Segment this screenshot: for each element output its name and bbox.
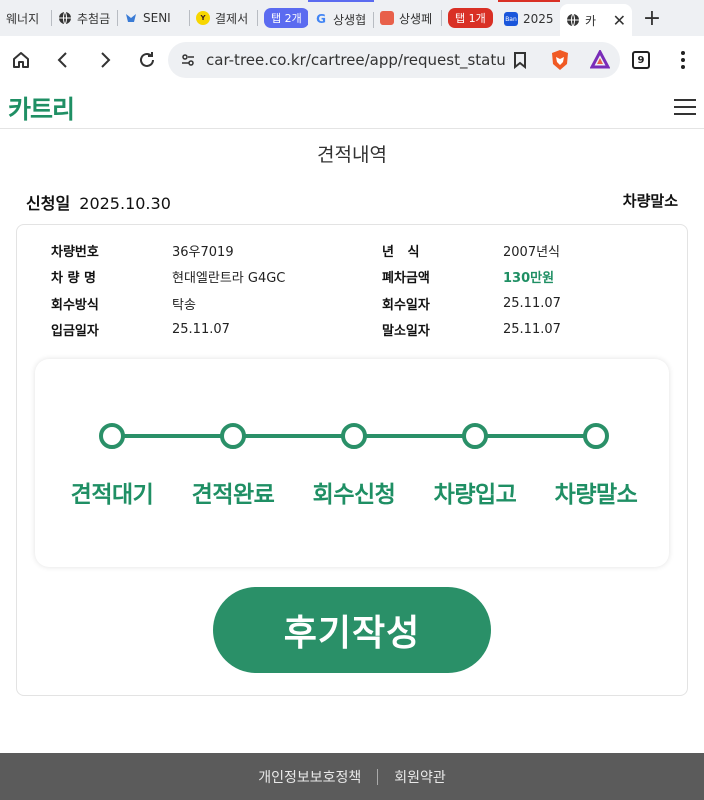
progress-tracker: 견적대기 견적완료 회수신청 차량입고 차량말소	[35, 359, 669, 567]
progress-track	[99, 423, 609, 449]
info-row: 차량번호 36우7019 년 식 2007년식	[51, 237, 671, 264]
site-footer: 개인정보보호정책 회원약관	[0, 753, 704, 800]
step-dot	[341, 423, 367, 449]
info-label: 회수방식	[51, 297, 99, 313]
new-tab-button[interactable]: +	[632, 0, 672, 36]
info-label: 입금일자	[51, 324, 99, 340]
reload-icon[interactable]	[126, 36, 168, 84]
app-icon: Ban	[504, 12, 518, 26]
info-value: 2007년식	[503, 244, 561, 260]
info-value: 36우7019	[172, 244, 234, 260]
info-value: 현대엘란트라 G4GC	[172, 271, 286, 287]
browser-tab[interactable]: G 상생협	[308, 0, 374, 36]
step-label-vehicle-received: 차량입고	[433, 482, 517, 508]
footer-divider	[377, 768, 379, 785]
rewards-triangle-icon[interactable]	[589, 48, 611, 74]
more-menu-icon[interactable]	[662, 36, 704, 84]
browser-tab[interactable]: Y 결제서	[190, 0, 258, 36]
info-label: 차 량 명	[51, 271, 96, 287]
site-logo[interactable]: 카트리	[8, 90, 75, 126]
hamburger-menu-icon[interactable]	[674, 99, 696, 115]
browser-tab[interactable]: 추첨금	[52, 0, 118, 36]
step-label-quote-complete: 견적완료	[191, 482, 275, 508]
page-title: 견적내역	[317, 144, 387, 166]
browser-tab-active[interactable]: 카 ✕	[560, 4, 632, 36]
step-label-quote-waiting: 견적대기	[70, 482, 154, 508]
url-text: car-tree.co.kr/cartree/app/request_statu…	[206, 51, 506, 69]
browser-tab-strip: 웨너지 추첨금 SENI Y 결제서 탭 2개 G 상생협 상생페 탭 1개 B…	[0, 0, 704, 36]
info-row: 회수방식 탁송 회수일자 25.11.07	[51, 290, 671, 317]
step-label-pickup-request: 회수신청	[312, 482, 396, 508]
step-label-deregistration: 차량말소	[554, 482, 638, 508]
info-label: 말소일자	[382, 324, 430, 340]
scrap-price-value: 130만원	[503, 271, 555, 287]
back-icon[interactable]	[42, 36, 84, 84]
step-dot	[220, 423, 246, 449]
request-date-label: 신청일	[26, 194, 71, 213]
info-value: 탁송	[172, 297, 196, 313]
request-date-row: 신청일 2025.10.30 차량말소	[26, 190, 678, 216]
site-header: 카트리	[0, 84, 704, 129]
privacy-policy-link[interactable]: 개인정보보호정책	[258, 767, 361, 787]
info-label: 폐차금액	[382, 271, 430, 287]
request-date-value: 2025.10.30	[79, 194, 171, 213]
info-label: 회수일자	[382, 297, 430, 313]
browser-tab[interactable]: Ban 2025	[498, 0, 560, 36]
globe-icon	[58, 11, 72, 25]
step-dot	[99, 423, 125, 449]
browser-toolbar: car-tree.co.kr/cartree/app/request_statu…	[0, 36, 704, 84]
globe-icon	[566, 13, 580, 27]
browser-tab[interactable]: SENI	[118, 0, 190, 36]
app-icon	[380, 11, 394, 25]
bookmark-icon[interactable]	[512, 51, 528, 73]
forward-icon[interactable]	[84, 36, 126, 84]
site-settings-icon[interactable]	[180, 52, 196, 72]
bird-icon	[124, 11, 138, 25]
kakao-icon: Y	[196, 11, 210, 25]
close-icon[interactable]: ✕	[613, 11, 626, 30]
google-icon: G	[316, 12, 326, 26]
terms-link[interactable]: 회원약관	[394, 767, 446, 787]
browser-tab[interactable]: 웨너지	[0, 0, 52, 36]
tab-group[interactable]: 탭 2개	[258, 0, 308, 36]
home-icon[interactable]	[0, 36, 42, 84]
step-dot	[583, 423, 609, 449]
info-row: 차 량 명 현대엘란트라 G4GC 폐차금액 130만원	[51, 264, 671, 291]
info-label: 년 식	[382, 244, 420, 260]
browser-tab[interactable]: 상생페	[374, 0, 442, 36]
info-label: 차량번호	[51, 244, 99, 260]
quote-card: 차량번호 36우7019 년 식 2007년식 차 량 명 현대엘란트라 G4G…	[16, 224, 688, 696]
step-dot	[462, 423, 488, 449]
info-value: 25.11.07	[503, 295, 561, 311]
tab-group[interactable]: 탭 1개	[442, 0, 498, 36]
info-row: 입금일자 25.11.07 말소일자 25.11.07	[51, 317, 671, 344]
info-value: 25.11.07	[503, 322, 561, 338]
tab-switcher-button[interactable]: 9	[620, 36, 662, 84]
status-text: 차량말소	[622, 192, 678, 210]
address-bar[interactable]: car-tree.co.kr/cartree/app/request_statu…	[168, 42, 620, 78]
vehicle-info-grid: 차량번호 36우7019 년 식 2007년식 차 량 명 현대엘란트라 G4G…	[51, 237, 671, 343]
info-value: 25.11.07	[172, 322, 230, 338]
brave-shield-icon[interactable]	[550, 49, 570, 75]
write-review-button[interactable]: 후기작성	[213, 587, 491, 673]
